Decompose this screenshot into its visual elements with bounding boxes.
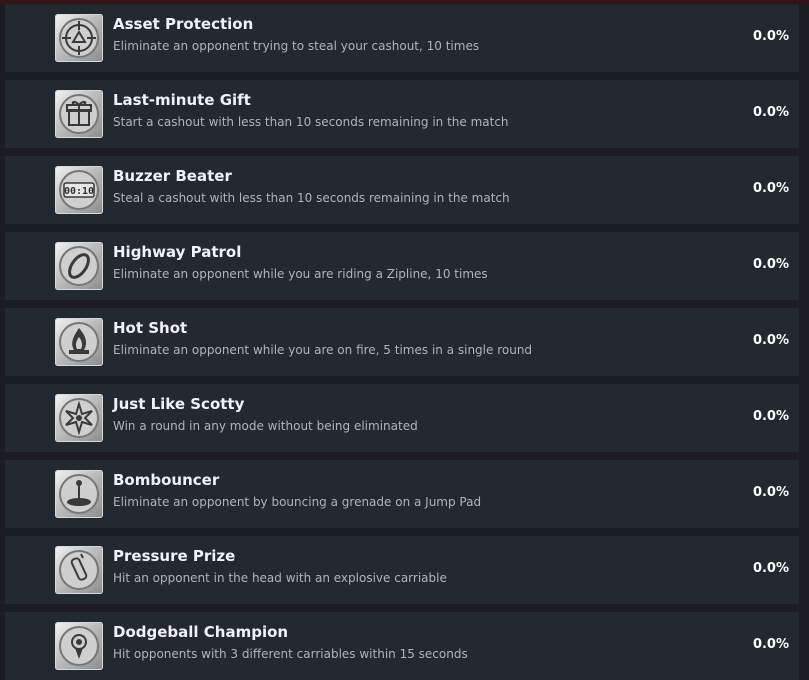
achievement-description: Hit an opponent in the head with an expl…	[113, 571, 447, 585]
achievement-row[interactable]: 00:10 Buzzer Beater Steal a cashout with…	[5, 156, 799, 224]
achievement-row[interactable]: Dodgeball Champion Hit opponents with 3 …	[5, 612, 799, 680]
achievement-title: Highway Patrol	[113, 243, 242, 261]
achievement-percent: 0.0%	[752, 105, 789, 120]
canister-icon	[55, 546, 103, 594]
achievement-description: Hit opponents with 3 different carriable…	[113, 647, 468, 661]
achievement-row[interactable]: Highway Patrol Eliminate an opponent whi…	[5, 232, 799, 300]
achievement-percent: 0.0%	[752, 561, 789, 576]
achievement-row[interactable]: Asset Protection Eliminate an opponent t…	[5, 4, 799, 72]
achievement-title: Hot Shot	[113, 319, 188, 337]
achievement-percent: 0.0%	[752, 637, 789, 652]
top-edge-fade	[0, 0, 809, 6]
timer-icon: 00:10	[55, 166, 103, 214]
achievement-title: Asset Protection	[113, 15, 254, 33]
achievement-description: Eliminate an opponent while you are on f…	[113, 343, 533, 357]
timer-icon-text: 00:10	[64, 186, 94, 197]
achievement-title: Buzzer Beater	[113, 167, 232, 185]
fire-icon	[55, 318, 103, 366]
achievement-title: Dodgeball Champion	[113, 623, 289, 641]
achievement-row[interactable]: Bombouncer Eliminate an opponent by boun…	[5, 460, 799, 528]
achievement-row[interactable]: Pressure Prize Hit an opponent in the he…	[5, 536, 799, 604]
jump-pad-icon	[55, 470, 103, 518]
achievement-percent: 0.0%	[752, 29, 789, 44]
crosshair-icon	[55, 14, 103, 62]
achievement-description: Start a cashout with less than 10 second…	[113, 115, 509, 129]
achievement-description: Eliminate an opponent while you are ridi…	[113, 267, 488, 281]
achievement-percent: 0.0%	[752, 485, 789, 500]
achievement-title: Just Like Scotty	[113, 395, 245, 413]
achievement-title: Last-minute Gift	[113, 91, 251, 109]
achievement-description: Win a round in any mode without being el…	[113, 419, 418, 433]
zipline-icon	[55, 242, 103, 290]
achievement-description: Eliminate an opponent by bouncing a gren…	[113, 495, 482, 509]
achievement-percent: 0.0%	[752, 181, 789, 196]
medal-icon	[55, 622, 103, 670]
achievement-percent: 0.0%	[752, 333, 789, 348]
achievement-row[interactable]: Just Like Scotty Win a round in any mode…	[5, 384, 799, 452]
achievement-row[interactable]: Hot Shot Eliminate an opponent while you…	[5, 308, 799, 376]
achievement-percent: 0.0%	[752, 257, 789, 272]
achievement-title: Bombouncer	[113, 471, 220, 489]
star-burst-icon	[55, 394, 103, 442]
achievement-title: Pressure Prize	[113, 547, 236, 565]
achievement-description: Steal a cashout with less than 10 second…	[113, 191, 510, 205]
gift-icon	[55, 90, 103, 138]
achievement-percent: 0.0%	[752, 409, 789, 424]
achievement-row[interactable]: Last-minute Gift Start a cashout with le…	[5, 80, 799, 148]
achievement-description: Eliminate an opponent trying to steal yo…	[113, 39, 480, 53]
